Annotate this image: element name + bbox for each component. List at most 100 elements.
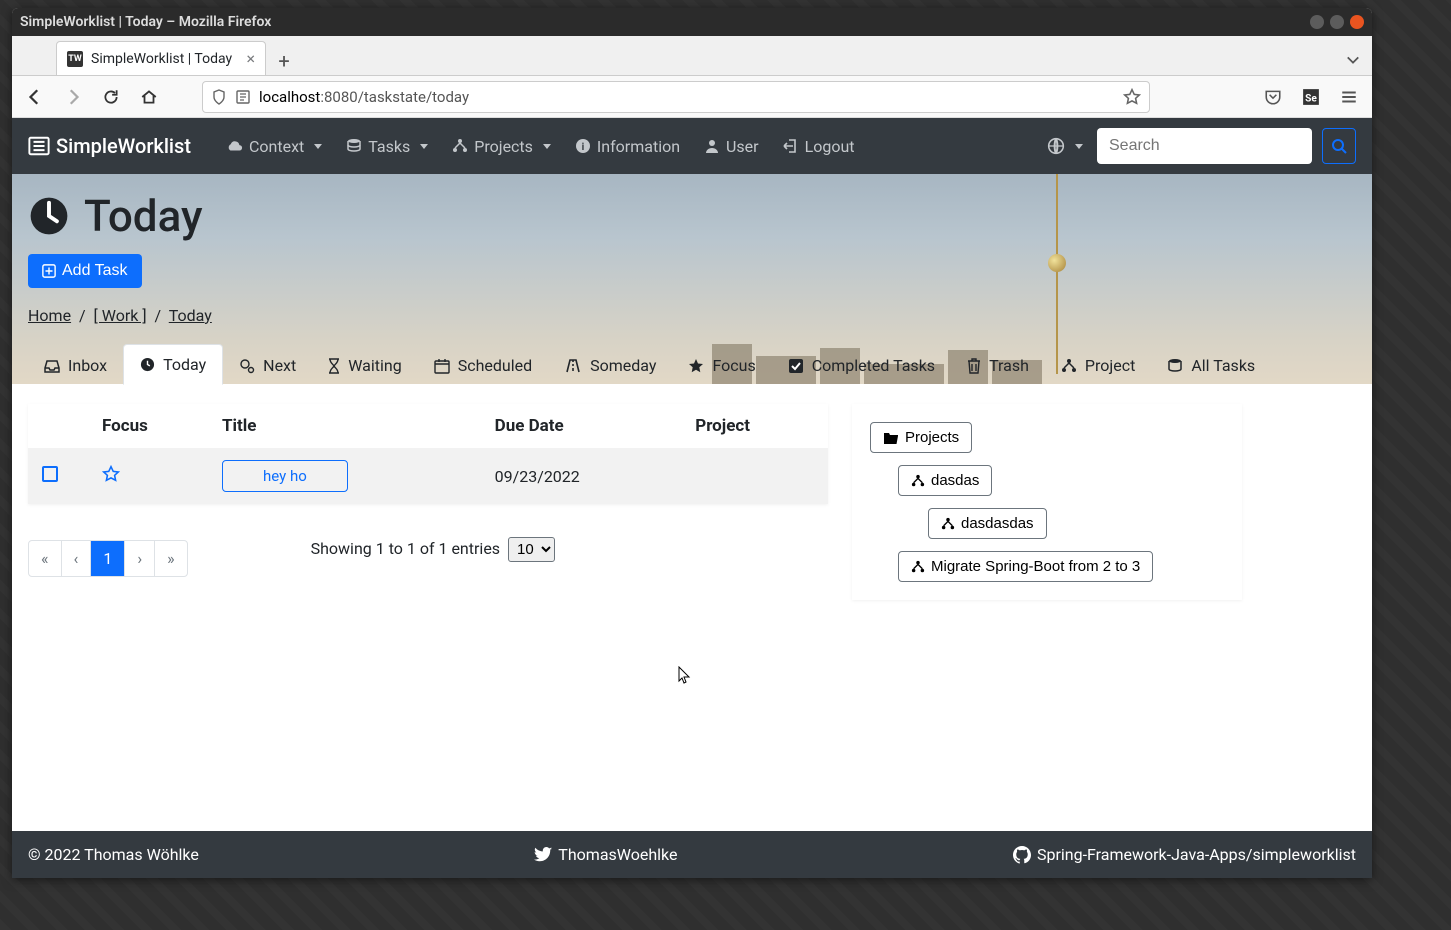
nav-projects[interactable]: Projects [442,129,561,164]
bookmark-star-icon[interactable] [1123,88,1141,106]
share-nodes-icon [452,138,468,154]
nav-user[interactable]: User [694,129,769,164]
tab-title: SimpleWorklist | Today [91,51,232,67]
list-icon [28,135,50,157]
tab-waiting[interactable]: Waiting [312,346,417,385]
footer-twitter-link[interactable]: ThomasWoehlke [534,845,677,864]
sign-out-icon [783,138,799,154]
window-minimize-button[interactable] [1310,15,1324,29]
browser-window: SimpleWorklist | Today – Mozilla Firefox… [12,8,1372,878]
col-title: Title [208,404,481,448]
page-next[interactable]: › [125,541,155,576]
page-first[interactable]: « [29,541,62,576]
database-icon [1167,358,1183,374]
page-prev[interactable]: ‹ [62,541,92,576]
tab-project[interactable]: Project [1045,346,1151,385]
star-icon [688,358,704,374]
chevron-down-icon [1346,53,1360,67]
tab-close-button[interactable]: × [246,51,255,67]
window-maximize-button[interactable] [1330,15,1344,29]
page-size-select[interactable]: 10 [508,537,555,562]
col-focus: Focus [88,404,208,448]
cogs-icon [239,358,255,374]
entries-info: Showing 1 to 1 of 1 entries 10 [188,537,678,562]
clock-icon [28,195,70,237]
window-close-button[interactable] [1350,15,1364,29]
search-icon [1331,138,1347,154]
nav-back-button[interactable] [20,82,50,112]
search-button[interactable] [1322,128,1356,164]
tab-scheduled[interactable]: Scheduled [418,346,548,385]
nav-reload-button[interactable] [96,82,126,112]
share-nodes-icon [941,517,955,531]
task-due: 09/23/2022 [481,448,682,504]
footer-github-link[interactable]: Spring-Framework-Java-Apps/simpleworklis… [1013,845,1356,864]
folder-open-icon [883,431,899,445]
nav-home-button[interactable] [134,82,164,112]
project-node[interactable]: dasdas [898,465,992,496]
site-footer: © 2022 Thomas Wöhlke ThomasWoehlke Sprin… [12,831,1372,878]
task-checkbox[interactable] [42,466,58,482]
nav-logout[interactable]: Logout [773,129,865,164]
tab-completed[interactable]: Completed Tasks [772,346,951,385]
footer-copyright: © 2022 Thomas Wöhlke [28,845,199,864]
nav-tasks[interactable]: Tasks [336,129,438,164]
brand-text: SimpleWorklist [56,134,191,158]
pocket-button[interactable] [1258,82,1288,112]
search-input[interactable] [1097,128,1312,164]
app-menu-button[interactable] [1334,82,1364,112]
browser-toolbar: localhost:8080/taskstate/today Se [12,76,1372,118]
road-icon [564,359,582,373]
col-due: Due Date [481,404,682,448]
project-node[interactable]: dasdasdas [928,508,1047,539]
task-table: Focus Title Due Date Project hey ho 09/2… [28,404,828,504]
trash-icon [967,358,981,374]
projects-root[interactable]: Projects [870,422,972,453]
page-title: Today [28,190,1356,242]
project-node[interactable]: Migrate Spring-Boot from 2 to 3 [898,551,1153,582]
task-title-link[interactable]: hey ho [222,460,348,492]
shield-icon [211,89,227,105]
tab-next[interactable]: Next [223,346,312,385]
browser-tabstrip: TW SimpleWorklist | Today × + [12,36,1372,76]
hamburger-icon [1340,88,1358,106]
window-controls [1310,15,1364,29]
page-last[interactable]: » [155,541,187,576]
nav-context[interactable]: Context [215,129,332,164]
github-icon [1013,846,1031,864]
state-tabs: Inbox Today Next Waiting Scheduled Somed… [28,343,1356,384]
breadcrumb-context[interactable]: [ Work ] [94,306,147,325]
add-task-button[interactable]: Add Task [28,254,142,288]
new-tab-button[interactable]: + [270,47,298,75]
tab-trash[interactable]: Trash [951,346,1045,385]
task-focus-star[interactable] [102,468,120,487]
breadcrumb: Home / [ Work ] / Today [28,306,1356,333]
arrow-right-icon [64,88,82,106]
share-nodes-icon [911,474,925,488]
window-title: SimpleWorklist | Today – Mozilla Firefox [20,14,271,30]
user-icon [704,138,720,154]
browser-tab[interactable]: TW SimpleWorklist | Today × [56,41,266,75]
twitter-icon [534,847,552,863]
tab-someday[interactable]: Someday [548,346,672,385]
brand[interactable]: SimpleWorklist [28,134,191,158]
tab-all-tasks[interactable]: All Tasks [1151,346,1271,385]
page-current[interactable]: 1 [91,541,125,576]
list-all-tabs-button[interactable] [1338,45,1368,75]
nav-language[interactable] [1037,129,1093,163]
database-icon [346,138,362,154]
col-project: Project [681,404,828,448]
nav-forward-button[interactable] [58,82,88,112]
tab-today[interactable]: Today [123,344,223,385]
url-bar[interactable]: localhost:8080/taskstate/today [202,81,1150,113]
extension-button[interactable]: Se [1296,82,1326,112]
table-row: hey ho 09/23/2022 [28,448,828,504]
share-nodes-icon [911,560,925,574]
hourglass-icon [328,358,340,374]
banner: Today Add Task Home / [ Work ] / Today I… [12,174,1372,384]
breadcrumb-home[interactable]: Home [28,306,71,325]
star-outline-icon [102,465,120,483]
tab-focus[interactable]: Focus [672,346,771,385]
nav-information[interactable]: i Information [565,129,690,164]
tab-inbox[interactable]: Inbox [28,346,123,385]
